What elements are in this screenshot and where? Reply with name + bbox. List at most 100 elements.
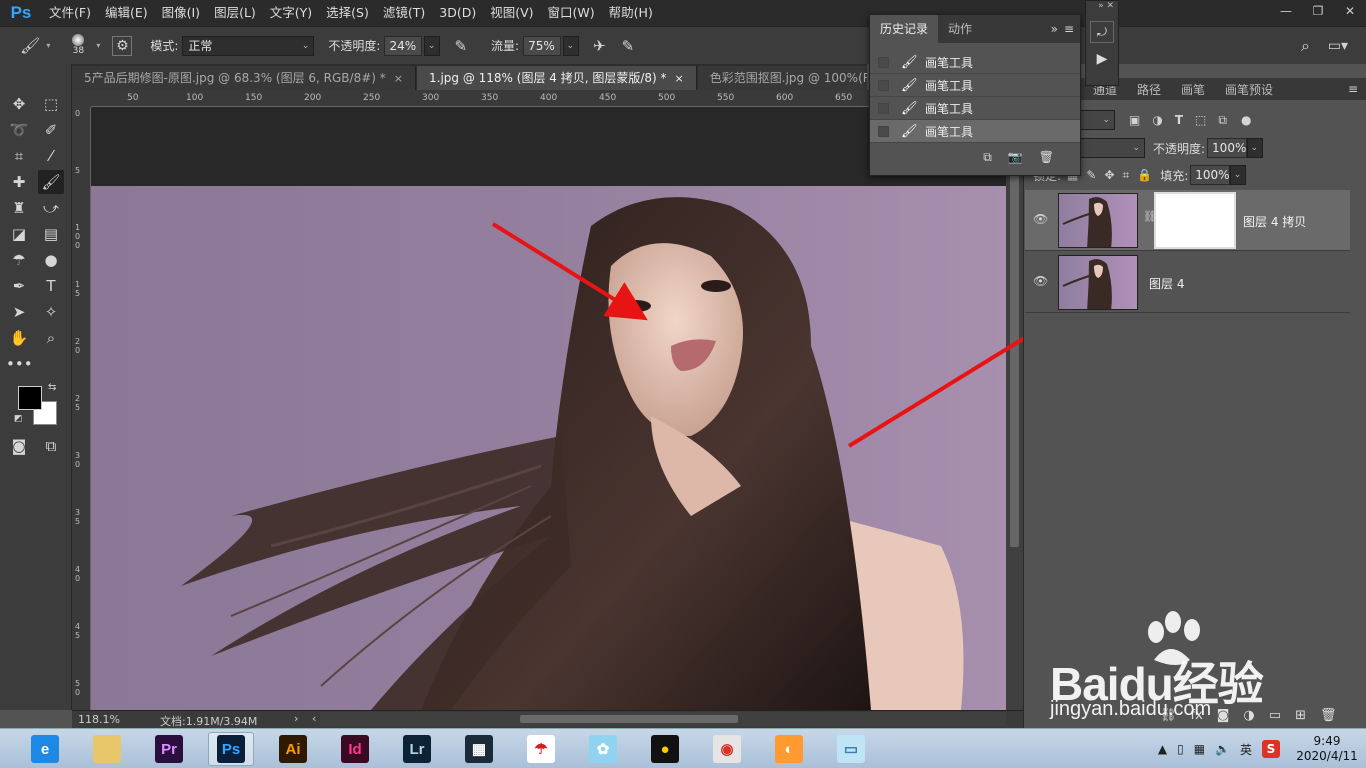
lock-position-icon[interactable]: ✥ [1104,168,1114,182]
move-tool-icon[interactable]: ✥ [6,92,32,116]
flow-input[interactable]: 75% [523,35,562,56]
history-brush-tool-icon[interactable]: ⤻ [38,196,64,220]
chevron-down-icon[interactable]: ▾ [46,41,50,50]
filter-adjust-icon[interactable]: ◑ [1152,113,1162,127]
shape-tool-icon[interactable]: ✧ [38,300,64,324]
restore-icon[interactable]: ❐ [1302,0,1334,22]
eye-icon[interactable]: 👁 [1033,274,1048,288]
tab-brushes[interactable]: 画笔 [1171,81,1215,98]
layer-thumbnail[interactable] [1058,193,1138,248]
scroll-left-icon[interactable]: ‹ [312,712,316,725]
history-item[interactable]: 🖌 画笔工具 [870,97,1080,120]
volume-icon[interactable]: 🔈 [1215,742,1230,756]
pressure-size-icon[interactable]: ✎ [622,37,635,55]
menu-item[interactable]: 图层(L) [207,0,263,26]
vertical-scrollbar[interactable] [1006,107,1023,710]
quick-mask-icon[interactable]: ◙ [6,434,32,458]
taskbar-explorer-icon[interactable] [84,732,130,766]
brush-tool-icon[interactable]: 🖌 [38,170,64,194]
panel-menu-icon[interactable]: ≡ [1064,15,1074,43]
tab-document-3[interactable]: 色彩范围抠图.jpg @ 100%(RGB/8#)× [697,66,867,90]
blur-tool-icon[interactable]: ☂ [6,248,32,272]
healing-tool-icon[interactable]: ✚ [6,170,32,194]
layer-row-original[interactable]: 👁 图层 4 [1025,252,1350,313]
minimize-icon[interactable]: — [1270,0,1302,22]
pen-tool-icon[interactable]: ✒ [6,274,32,298]
taskbar-lightroom-icon[interactable]: Lr [394,732,440,766]
tab-actions[interactable]: 动作 [938,15,982,43]
taskbar-indesign-icon[interactable]: Id [332,732,378,766]
menu-item[interactable]: 视图(V) [483,0,540,26]
document-image[interactable] [91,186,1006,710]
dodge-tool-icon[interactable]: ● [38,248,64,272]
snapshot-checkbox[interactable] [878,102,889,114]
quick-select-tool-icon[interactable]: ✐ [38,118,64,142]
chevron-right-icon[interactable]: › [294,712,298,725]
brush-size-picker[interactable]: 38 [64,34,92,57]
history-panel-icon[interactable]: ⤾ [1090,21,1114,43]
fill-dropdown[interactable]: ⌄ [1230,165,1247,185]
screen-mode-icon[interactable]: ⧉ [38,434,64,458]
expand-icon[interactable]: » [1051,15,1058,43]
brush-preset-icon[interactable]: 🖌 [20,36,40,55]
taskbar-fox-icon[interactable]: ◐ [766,732,812,766]
filter-shape-icon[interactable]: ⬚ [1195,113,1206,127]
taskbar-premiere-icon[interactable]: Pr [146,732,192,766]
menu-item[interactable]: 图像(I) [155,0,207,26]
history-item-current[interactable]: 🖌 画笔工具 [870,120,1080,143]
taskbar-notes-icon[interactable]: ▭ [828,732,874,766]
tab-history[interactable]: 历史记录 [870,15,939,43]
taskbar-illustrator-icon[interactable]: Ai [270,732,316,766]
layer-mask-thumbnail[interactable] [1154,192,1236,249]
tab-document-2[interactable]: 1.jpg @ 118% (图层 4 拷贝, 图层蒙版/8) * × [417,66,697,90]
canvas-area[interactable] [91,107,1006,710]
opacity-input[interactable]: 24% [384,35,423,56]
search-icon[interactable]: ⌕ [1301,36,1310,56]
filter-toggle-icon[interactable]: ● [1241,113,1251,127]
camera-icon[interactable]: 📷 [1008,150,1023,165]
taskbar-video-icon[interactable]: ▦ [456,732,502,766]
layer-opacity-input[interactable]: 100% [1207,138,1248,158]
airbrush-icon[interactable]: ✈ [593,37,606,55]
foreground-color-swatch[interactable] [18,386,42,410]
filter-smart-icon[interactable]: ⧉ [1218,113,1227,128]
horizontal-scrollbar[interactable] [320,712,1006,726]
layer-thumbnail[interactable] [1058,255,1138,310]
menu-item[interactable]: 帮助(H) [602,0,660,26]
taskbar-umbrella-icon[interactable]: ☂ [518,732,564,766]
type-tool-icon[interactable]: T [38,274,64,298]
snapshot-checkbox[interactable] [878,56,889,68]
eraser-tool-icon[interactable]: ◪ [6,222,32,246]
fill-input[interactable]: 100% [1190,165,1231,185]
snapshot-checkbox[interactable] [878,125,889,137]
lock-all-icon[interactable]: 🔒 [1137,168,1152,182]
eyedropper-tool-icon[interactable]: ⁄ [38,144,64,168]
brush-panel-toggle-icon[interactable]: ⚙ [112,35,133,56]
panel-menu-icon[interactable]: ≡ [1348,82,1358,96]
swap-colors-icon[interactable]: ⇆ [48,382,56,393]
menu-item[interactable]: 选择(S) [319,0,376,26]
panel-collapse-icon[interactable]: » ✕ [1086,1,1118,15]
play-icon[interactable]: ▶ [1090,49,1114,71]
menu-item[interactable]: 窗口(W) [541,0,602,26]
history-item[interactable]: 🖌 画笔工具 [870,51,1080,74]
ime-indicator[interactable]: 英 [1240,741,1252,758]
more-tools-icon[interactable]: ••• [6,352,33,376]
zoom-level[interactable]: 118.1% [78,713,120,726]
device-icon[interactable]: ▯ [1177,742,1184,756]
crop-tool-icon[interactable]: ⌗ [6,144,32,168]
taskbar-ie-icon[interactable]: e [22,732,68,766]
zoom-tool-icon[interactable]: ⌕ [38,326,64,350]
menu-item[interactable]: 3D(D) [432,0,483,26]
workspace-icon[interactable]: ▭▾ [1328,38,1348,54]
lock-artboard-icon[interactable]: ⌗ [1123,168,1130,183]
lock-brush-icon[interactable]: ✎ [1086,168,1096,182]
close-icon[interactable]: × [675,72,684,85]
trash-icon[interactable]: 🗑 [1039,150,1054,165]
close-icon[interactable]: × [394,72,403,85]
horizontal-scroll-thumb[interactable] [520,715,738,723]
chevron-down-icon[interactable]: ▾ [96,41,100,50]
mode-select[interactable]: 正常 ⌄ [182,35,315,56]
hand-tool-icon[interactable]: ✋ [6,326,32,350]
tray-up-icon[interactable]: ▲ [1158,742,1167,756]
